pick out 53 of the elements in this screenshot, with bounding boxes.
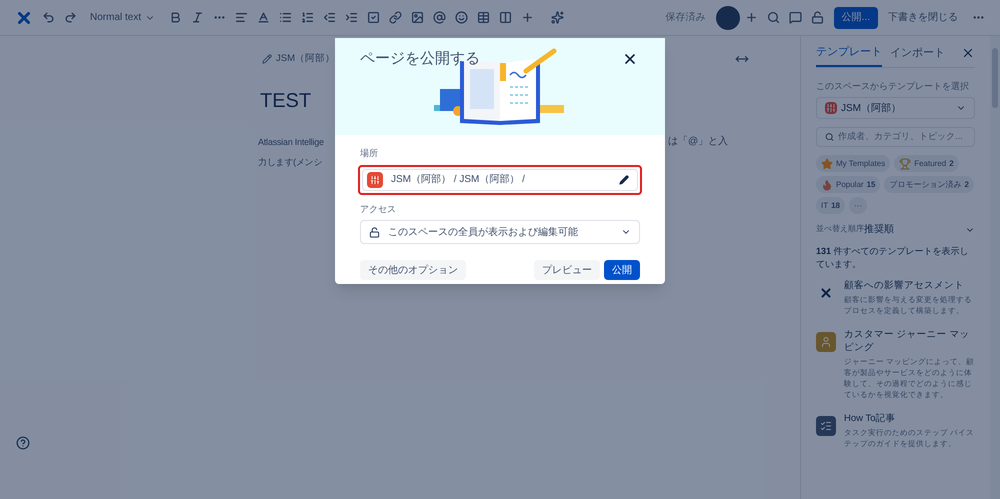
body-text: は「@」と入 bbox=[668, 134, 728, 150]
pencil-icon bbox=[262, 54, 272, 64]
sidebar-tab[interactable]: テンプレート bbox=[816, 44, 882, 66]
space-select[interactable]: JSM（阿部） bbox=[816, 97, 976, 119]
access-value: このスペースの全員が表示および編集可能 bbox=[388, 226, 578, 240]
search-icon bbox=[825, 132, 834, 142]
search-input[interactable]: 作成者、カテゴリ、トピック... bbox=[838, 130, 966, 144]
text-style-dropdown[interactable]: Normal text bbox=[82, 10, 164, 25]
filter-chip[interactable]: プロモーション済み 2 bbox=[884, 176, 974, 193]
edit-icon[interactable] bbox=[619, 174, 629, 184]
option-button[interactable]: その他のオプション bbox=[360, 260, 466, 280]
sort-select[interactable]: 推奨順 bbox=[864, 222, 976, 237]
close-icon[interactable] bbox=[622, 51, 638, 67]
breadcrumb[interactable]: JSM（阿部） bbox=[276, 52, 335, 66]
help-icon[interactable] bbox=[16, 436, 30, 450]
template-search-field[interactable]: 作成者、カテゴリ、トピック... bbox=[816, 127, 976, 147]
sort-label: 並べ替え順序 bbox=[816, 223, 864, 235]
template-title: カスタマー ジャーニー マッピング bbox=[844, 328, 970, 354]
unlock-icon bbox=[369, 226, 380, 238]
space-name: JSM（阿部） bbox=[841, 102, 901, 116]
publish-button[interactable]: 公開... bbox=[834, 6, 878, 28]
template-count: 131 件すべてのテンプレートを表示しています。 bbox=[816, 245, 970, 271]
trophy-icon bbox=[899, 158, 912, 170]
sidebar-tab[interactable]: インポート bbox=[890, 45, 945, 66]
page-title: TEST bbox=[259, 89, 312, 114]
space-icon bbox=[367, 172, 383, 188]
body-text: 力します(メンシ bbox=[258, 157, 322, 168]
publish-button[interactable]: 公開 bbox=[604, 260, 640, 280]
save-status: 保存済み bbox=[666, 10, 706, 25]
location-path: JSM（阿部） / JSM（阿部） / bbox=[391, 172, 525, 187]
option-button[interactable]: プレビュー bbox=[534, 260, 600, 280]
dialog-title: ページを公開する bbox=[360, 49, 480, 69]
body-text: Atlassian Intellige bbox=[258, 136, 325, 150]
avatar[interactable] bbox=[716, 6, 740, 30]
field-label: アクセス bbox=[360, 202, 397, 216]
location-field[interactable]: JSM（阿部） / JSM（阿部） / bbox=[358, 164, 642, 194]
checklist-icon bbox=[816, 416, 836, 436]
template-title: How To記事 bbox=[844, 412, 897, 425]
close-draft-button[interactable]: 下書きを閉じる bbox=[880, 10, 966, 25]
filter-chip[interactable]: Featured 2 bbox=[894, 155, 959, 172]
filter-chip[interactable]: My Templates bbox=[816, 155, 890, 172]
filter-chip[interactable]: Popular 15 bbox=[816, 176, 880, 193]
star-icon bbox=[821, 158, 833, 170]
flame-icon bbox=[821, 178, 833, 190]
access-select[interactable]: このスペースの全員が表示および編集可能 bbox=[360, 220, 640, 244]
filter-chip[interactable]: IT 18 bbox=[816, 197, 846, 214]
field-label: 場所 bbox=[360, 147, 379, 160]
filter-chip[interactable]: ··· bbox=[849, 197, 868, 214]
person-icon bbox=[816, 332, 836, 352]
space-icon bbox=[825, 102, 837, 114]
field-label: このスペースからテンプレートを選択 bbox=[816, 80, 970, 92]
template-title: 顧客への影響アセスメント bbox=[844, 279, 965, 292]
scrollbar[interactable] bbox=[990, 36, 1000, 499]
